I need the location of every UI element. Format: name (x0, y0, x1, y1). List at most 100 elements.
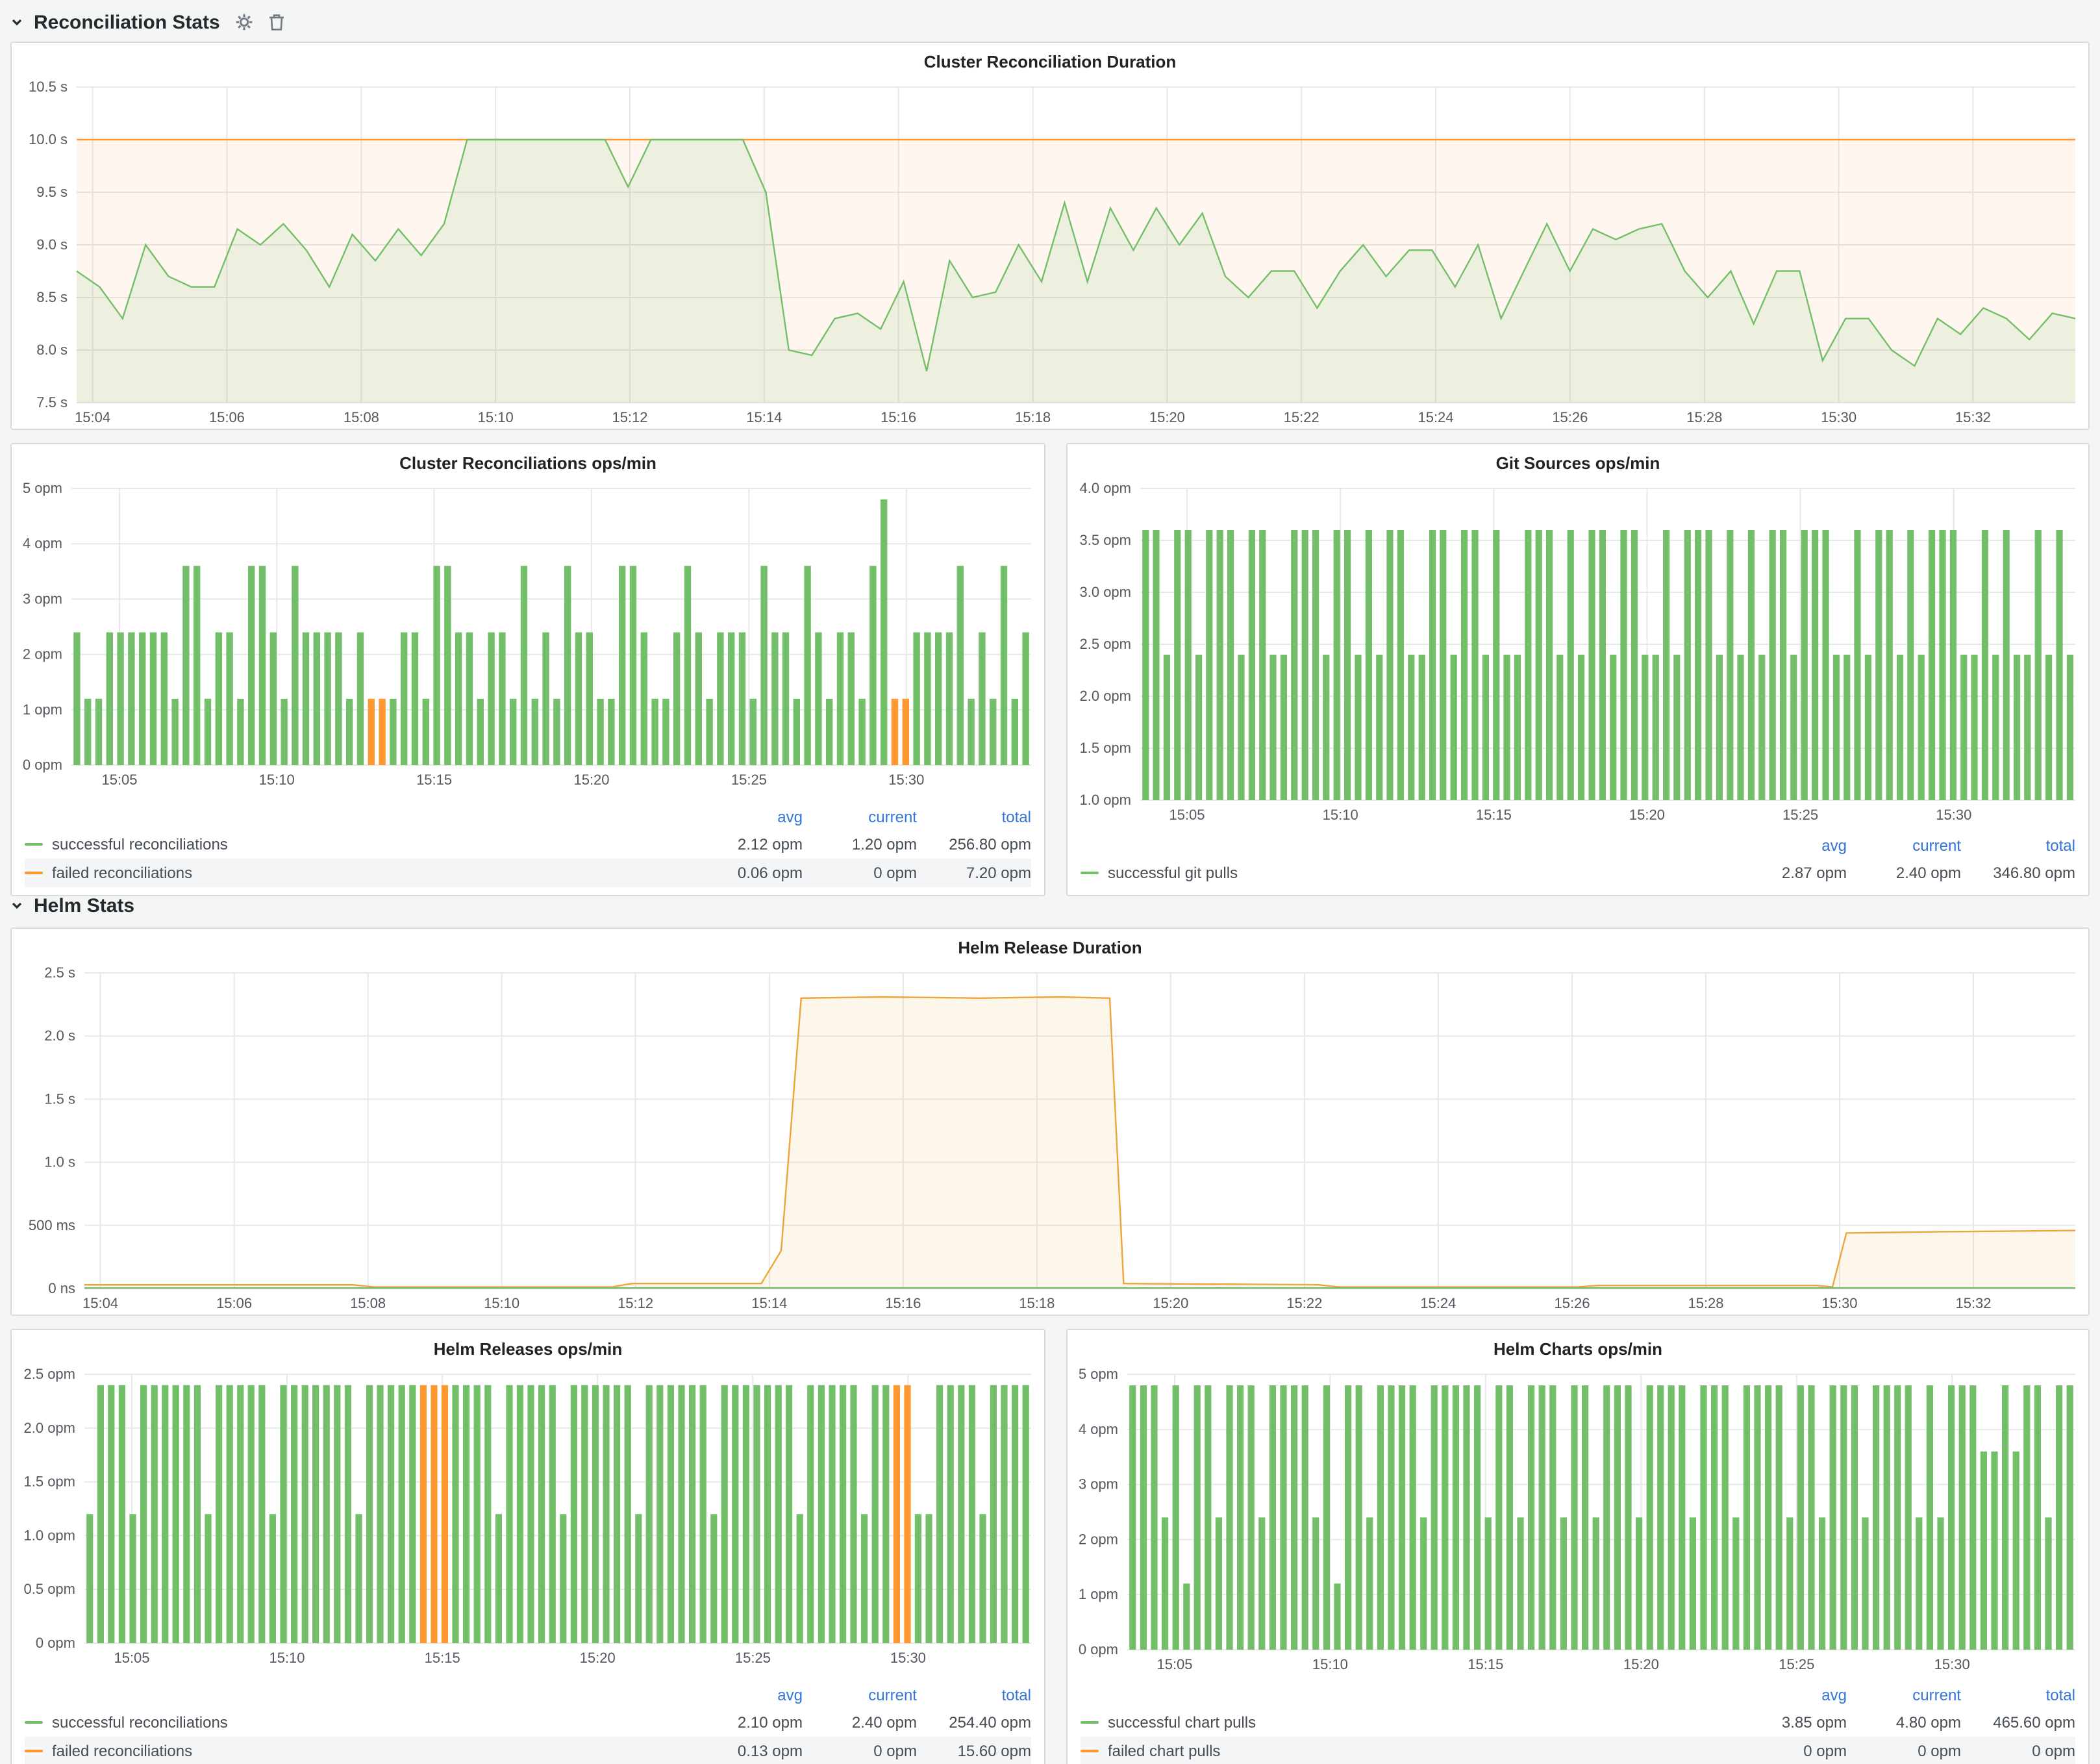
panel-cluster-reconciliations-opm: Cluster Reconciliations ops/min 15:0515:… (10, 443, 1045, 896)
legend-header-row: avgcurrenttotal (25, 804, 1031, 830)
svg-text:15:12: 15:12 (618, 1295, 653, 1311)
svg-text:15:08: 15:08 (344, 409, 379, 425)
svg-text:15:10: 15:10 (478, 409, 514, 425)
svg-text:15:30: 15:30 (1821, 409, 1856, 425)
legend-header-row: avgcurrenttotal (1081, 833, 2075, 859)
svg-text:15:22: 15:22 (1286, 1295, 1322, 1311)
grafana-dashboard: Reconciliation Stats Cluster Reconciliat… (0, 0, 2100, 1764)
legend-series-label[interactable]: failed reconciliations (25, 864, 192, 882)
legend-value: 2.10 opm (688, 1713, 803, 1732)
barchart-cluster-reconciliations: 15:0515:1015:1515:2015:2515:305 opm4 opm… (12, 478, 1044, 804)
legend-header-total[interactable]: total (1961, 837, 2075, 855)
legend-series-label[interactable]: successful reconciliations (25, 1713, 228, 1732)
svg-text:15:30: 15:30 (890, 1650, 926, 1666)
svg-text:15:15: 15:15 (1476, 807, 1512, 823)
svg-text:10.0 s: 10.0 s (29, 131, 68, 147)
legend-value: 2.12 opm (688, 835, 803, 853)
trash-icon[interactable] (269, 13, 285, 31)
legend-header-avg[interactable]: avg (1732, 837, 1847, 855)
svg-text:2 opm: 2 opm (23, 646, 62, 662)
section-title[interactable]: Reconciliation Stats (34, 11, 220, 33)
svg-text:15:32: 15:32 (1955, 409, 1991, 425)
svg-text:15:25: 15:25 (735, 1650, 771, 1666)
svg-text:15:10: 15:10 (269, 1650, 305, 1666)
svg-text:15:05: 15:05 (1169, 807, 1205, 823)
svg-text:4 opm: 4 opm (1079, 1421, 1118, 1437)
svg-text:0 opm: 0 opm (23, 757, 62, 773)
svg-text:15:06: 15:06 (209, 409, 245, 425)
legend-header-avg[interactable]: avg (688, 1686, 803, 1704)
svg-text:2 opm: 2 opm (1079, 1531, 1118, 1547)
panel-title[interactable]: Helm Release Duration (12, 929, 2088, 963)
legend-header-current[interactable]: current (803, 1686, 917, 1704)
svg-text:15:28: 15:28 (1688, 1295, 1723, 1311)
svg-text:15:30: 15:30 (1821, 1295, 1857, 1311)
timeseries-helm-release-duration: 15:0415:0615:0815:1015:1215:1415:1615:18… (12, 963, 2088, 1315)
svg-text:3 opm: 3 opm (23, 590, 62, 607)
legend-value: 0 opm (1847, 1742, 1961, 1760)
series-color-marker (1081, 1721, 1099, 1724)
svg-text:15:10: 15:10 (1323, 807, 1358, 823)
svg-text:15:18: 15:18 (1019, 1295, 1055, 1311)
svg-text:2.0 opm: 2.0 opm (24, 1420, 76, 1436)
panel-helm-charts-opm: Helm Charts ops/min 15:0515:1015:1515:20… (1066, 1329, 2090, 1764)
panel-helm-release-duration: Helm Release Duration 15:0415:0615:0815:… (10, 927, 2090, 1316)
svg-text:15:14: 15:14 (746, 409, 782, 425)
legend-series-label[interactable]: failed chart pulls (1081, 1742, 1220, 1760)
svg-text:15:32: 15:32 (1955, 1295, 1991, 1311)
svg-text:15:20: 15:20 (1153, 1295, 1188, 1311)
series-color-marker (1081, 1750, 1099, 1752)
svg-text:1.0 s: 1.0 s (44, 1154, 75, 1170)
timeseries-cluster-reconciliation-duration: 15:0415:0615:0815:1015:1215:1415:1615:18… (12, 77, 2088, 429)
legend-header-current[interactable]: current (1847, 1686, 1961, 1704)
svg-text:1.0 opm: 1.0 opm (1080, 792, 1132, 808)
section-header-reconciliation-stats[interactable]: Reconciliation Stats (10, 3, 2090, 42)
panel-title[interactable]: Helm Releases ops/min (12, 1330, 1044, 1364)
panel-title[interactable]: Helm Charts ops/min (1068, 1330, 2088, 1364)
svg-text:15:15: 15:15 (425, 1650, 460, 1666)
svg-text:4 opm: 4 opm (23, 535, 62, 551)
svg-text:10.5 s: 10.5 s (29, 79, 68, 95)
legend-series-label[interactable]: successful reconciliations (25, 835, 228, 853)
legend-header-total[interactable]: total (917, 808, 1031, 826)
chevron-down-icon[interactable] (10, 16, 23, 29)
barchart-helm-releases: 15:0515:1015:1515:2015:2515:302.5 opm2.0… (12, 1364, 1044, 1682)
panel-title[interactable]: Git Sources ops/min (1068, 444, 2088, 478)
legend-header-current[interactable]: current (1847, 837, 1961, 855)
panel-row-helm: Helm Releases ops/min 15:05 15:10 15:15 15:… (10, 1329, 2090, 1761)
svg-text:2.5 opm: 2.5 opm (1080, 636, 1132, 652)
svg-text:1.5 opm: 1.5 opm (24, 1474, 76, 1490)
series-color-marker (25, 872, 43, 874)
panel-title[interactable]: Cluster Reconciliation Duration (12, 43, 2088, 77)
legend-series-label[interactable]: successful git pulls (1081, 864, 1238, 882)
section-title[interactable]: Helm Stats (34, 894, 134, 916)
svg-text:15:26: 15:26 (1554, 1295, 1590, 1311)
legend-value: 0.13 opm (688, 1742, 803, 1760)
legend-value: 2.40 opm (1847, 864, 1961, 882)
chevron-down-icon[interactable] (10, 899, 23, 912)
legend-header-avg[interactable]: avg (688, 808, 803, 826)
panel-title[interactable]: Cluster Reconciliations ops/min (12, 444, 1044, 478)
legend-header-total[interactable]: total (917, 1686, 1031, 1704)
chart-svg: 15:0415:0615:0815:1015:1215:1415:1615:18… (12, 963, 2088, 1315)
legend-series-label[interactable]: failed reconciliations (25, 1742, 192, 1760)
legend-value: 0 opm (803, 1742, 917, 1760)
legend-row: successful chart pulls3.85 opm4.80 opm46… (1081, 1708, 2075, 1737)
svg-text:8.5 s: 8.5 s (36, 289, 68, 305)
gear-icon[interactable] (236, 13, 254, 31)
svg-text:15:06: 15:06 (216, 1295, 252, 1311)
legend-header-row: avgcurrenttotal (25, 1682, 1031, 1708)
legend-value: 254.40 opm (917, 1713, 1031, 1732)
legend-value: 15.60 opm (917, 1742, 1031, 1760)
legend-header-current[interactable]: current (803, 808, 917, 826)
svg-text:15:24: 15:24 (1420, 1295, 1456, 1311)
svg-text:5 opm: 5 opm (1079, 1366, 1118, 1382)
svg-text:0.5 opm: 0.5 opm (24, 1581, 76, 1597)
svg-text:15:20: 15:20 (1149, 409, 1185, 425)
legend-header-total[interactable]: total (1961, 1686, 2075, 1704)
legend-series-label[interactable]: successful chart pulls (1081, 1713, 1256, 1732)
svg-text:15:15: 15:15 (1468, 1656, 1503, 1672)
series-color-marker (25, 1721, 43, 1724)
svg-text:15:05: 15:05 (114, 1650, 149, 1666)
legend-header-avg[interactable]: avg (1732, 1686, 1847, 1704)
